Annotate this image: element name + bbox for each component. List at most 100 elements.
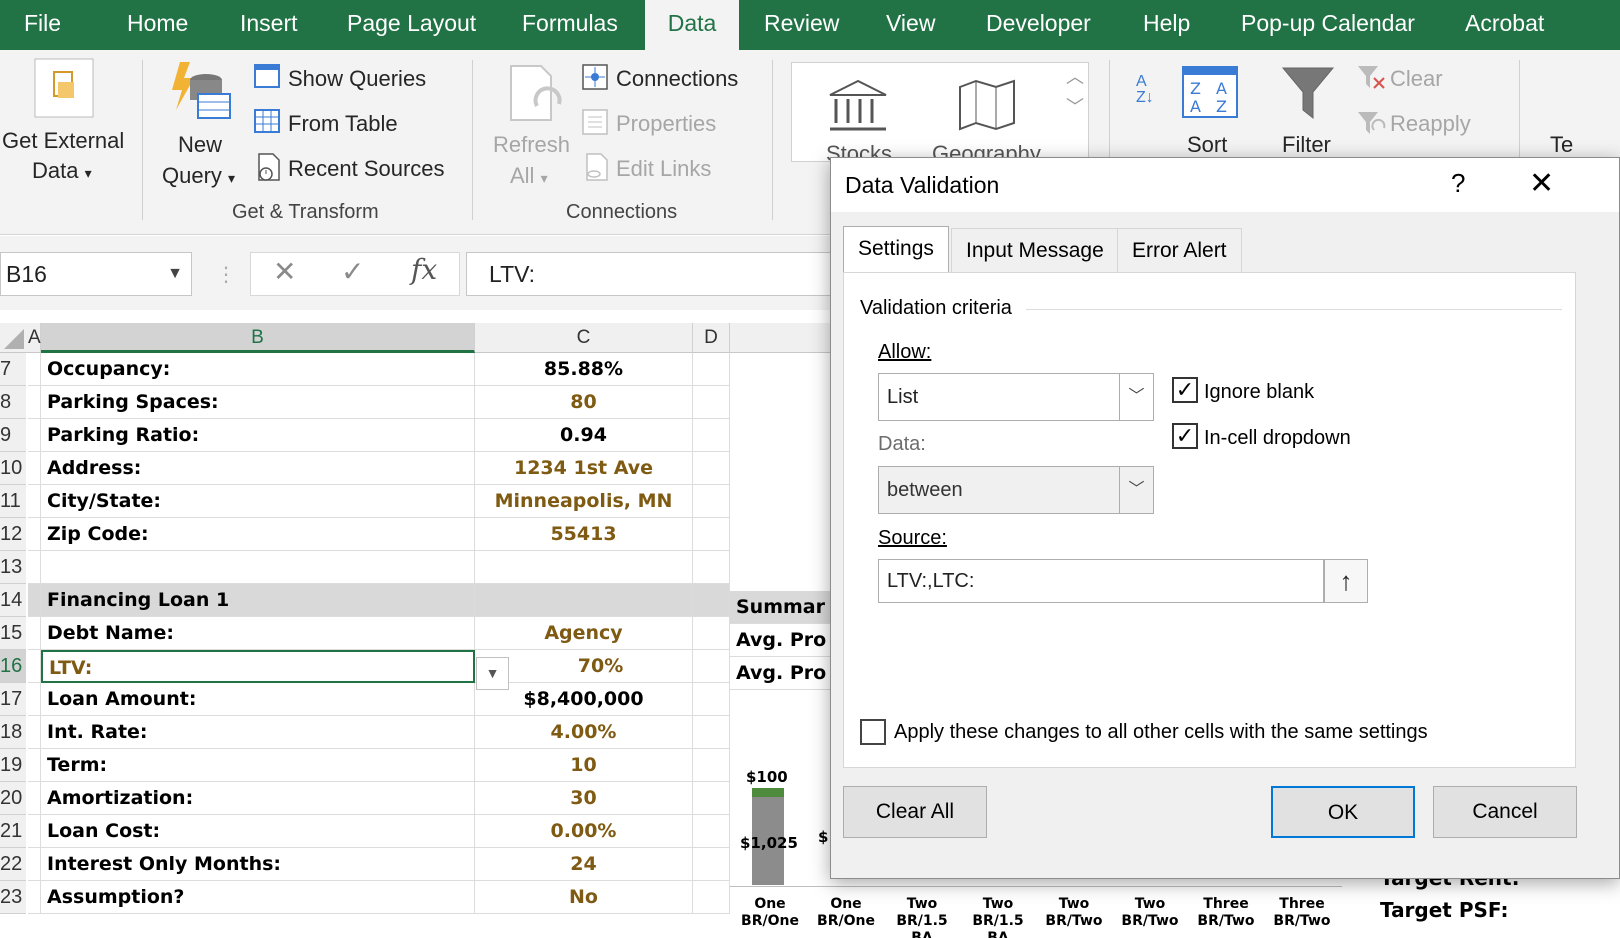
tab-view[interactable]: View <box>886 0 935 50</box>
row-header[interactable]: 14 <box>0 584 26 617</box>
tab-review[interactable]: Review <box>764 0 839 50</box>
column-header-c[interactable]: C <box>475 323 693 353</box>
cell-d[interactable] <box>693 518 730 551</box>
cell-a[interactable] <box>28 881 41 914</box>
cell-a[interactable] <box>28 353 41 386</box>
cell-d[interactable] <box>693 452 730 485</box>
cell-label[interactable]: Debt Name: <box>41 617 475 650</box>
cell-label[interactable]: Occupancy: <box>41 353 475 386</box>
cancel-button[interactable]: Cancel <box>1433 786 1577 838</box>
row-header[interactable]: 8 <box>0 386 26 419</box>
row-header[interactable]: 22 <box>0 848 26 881</box>
apply-all-checkbox[interactable] <box>860 719 886 745</box>
tab-developer[interactable]: Developer <box>986 0 1091 50</box>
cell-value[interactable]: 0.00% <box>475 815 693 848</box>
tab-home[interactable]: Home <box>127 0 188 50</box>
ignore-blank-checkbox[interactable]: ✓ <box>1172 377 1198 403</box>
cell-dropdown-button[interactable]: ▼ <box>476 657 509 690</box>
cell-a[interactable] <box>28 782 41 815</box>
tab-input-message[interactable]: Input Message <box>951 228 1119 272</box>
source-input[interactable]: LTV:,LTC: <box>878 559 1324 603</box>
cell-a[interactable] <box>28 419 41 452</box>
cell-value[interactable]: 30 <box>475 782 693 815</box>
cell-d[interactable] <box>693 881 730 914</box>
cell-label[interactable]: Interest Only Months: <box>41 848 475 881</box>
cell-label[interactable]: City/State: <box>41 485 475 518</box>
cell-a[interactable] <box>28 617 41 650</box>
row-header[interactable]: 9 <box>0 419 26 452</box>
cell-a[interactable] <box>28 683 41 716</box>
row-header[interactable]: 7 <box>0 353 26 386</box>
cell-label[interactable]: LTV: <box>41 650 475 683</box>
cell-label[interactable]: Term: <box>41 749 475 782</box>
tab-insert[interactable]: Insert <box>240 0 298 50</box>
cell-label[interactable]: Amortization: <box>41 782 475 815</box>
cell-a[interactable] <box>28 452 41 485</box>
cell-value[interactable]: 80 <box>475 386 693 419</box>
cell-label[interactable]: Zip Code: <box>41 518 475 551</box>
cell-value[interactable]: 4.00% <box>475 716 693 749</box>
cell-d[interactable] <box>693 650 730 683</box>
cancel-entry-icon[interactable]: ✕ <box>273 255 296 288</box>
summary-avg-1[interactable]: Avg. Pro <box>730 624 830 657</box>
cell-value[interactable]: 85.88% <box>475 353 693 386</box>
cell-a[interactable] <box>28 716 41 749</box>
name-box[interactable]: B16 ▼ <box>0 252 192 296</box>
chevron-down-icon[interactable]: ﹀ <box>1058 92 1092 122</box>
row-header[interactable]: 19 <box>0 749 26 782</box>
cell-d[interactable] <box>693 617 730 650</box>
cell-value[interactable]: Agency <box>475 617 693 650</box>
cell-value[interactable]: No <box>475 881 693 914</box>
confirm-entry-icon[interactable]: ✓ <box>341 255 364 288</box>
tab-acrobat[interactable]: Acrobat <box>1465 0 1544 50</box>
row-header[interactable]: 12 <box>0 518 26 551</box>
tab-page-layout[interactable]: Page Layout <box>347 0 476 50</box>
cell-value[interactable]: 0.94 <box>475 419 693 452</box>
cell-label[interactable]: Address: <box>41 452 475 485</box>
column-header-e-partial[interactable] <box>730 323 830 353</box>
ignore-blank-label[interactable]: Ignore blank <box>1204 381 1314 404</box>
row-header[interactable]: 21 <box>0 815 26 848</box>
cell-value[interactable] <box>475 551 693 584</box>
cell-d[interactable] <box>693 353 730 386</box>
tab-popup-calendar[interactable]: Pop-up Calendar <box>1241 0 1415 50</box>
cell-value[interactable]: 55413 <box>475 518 693 551</box>
tab-settings[interactable]: Settings <box>843 226 949 273</box>
cell-a[interactable] <box>28 485 41 518</box>
apply-all-label[interactable]: Apply these changes to all other cells w… <box>894 721 1428 744</box>
gallery-scroll[interactable]: ︿ ﹀ <box>1058 62 1092 162</box>
chevron-down-icon[interactable]: ﹀ <box>1119 467 1153 513</box>
cell-a[interactable] <box>28 650 41 683</box>
help-button[interactable]: ? <box>1451 168 1465 199</box>
cell-value[interactable]: 1234 1st Ave <box>475 452 693 485</box>
column-header-b[interactable]: B <box>41 323 475 353</box>
tab-help[interactable]: Help <box>1143 0 1190 50</box>
cell-d[interactable] <box>693 749 730 782</box>
clear-all-button[interactable]: Clear All <box>843 786 987 838</box>
select-all-corner[interactable] <box>0 323 28 353</box>
in-cell-dropdown-checkbox[interactable]: ✓ <box>1172 423 1198 449</box>
row-header[interactable]: 20 <box>0 782 26 815</box>
cell-d[interactable] <box>693 551 730 584</box>
cell-a[interactable] <box>28 518 41 551</box>
ok-button[interactable]: OK <box>1271 786 1415 838</box>
cell-value[interactable]: 10 <box>475 749 693 782</box>
row-header[interactable]: 23 <box>0 881 26 914</box>
row-header[interactable]: 18 <box>0 716 26 749</box>
cell-d[interactable] <box>693 848 730 881</box>
cell-label[interactable]: Assumption? <box>41 881 475 914</box>
cell-label[interactable]: Parking Spaces: <box>41 386 475 419</box>
summary-header[interactable]: Summar <box>730 591 830 624</box>
row-header[interactable]: 10 <box>0 452 26 485</box>
row-header[interactable]: 17 <box>0 683 26 716</box>
cell-a[interactable] <box>28 749 41 782</box>
dropdown-arrow-icon[interactable]: ▼ <box>167 253 183 295</box>
chevron-down-icon[interactable]: ﹀ <box>1119 374 1153 420</box>
tab-file[interactable]: File <box>24 0 61 50</box>
column-header-a[interactable]: A <box>28 323 41 353</box>
cell-label[interactable]: Int. Rate: <box>41 716 475 749</box>
cell-a[interactable] <box>28 815 41 848</box>
column-header-d[interactable]: D <box>693 323 730 353</box>
cell-d[interactable] <box>693 815 730 848</box>
cell-label[interactable]: Financing Loan 1 <box>41 584 475 617</box>
